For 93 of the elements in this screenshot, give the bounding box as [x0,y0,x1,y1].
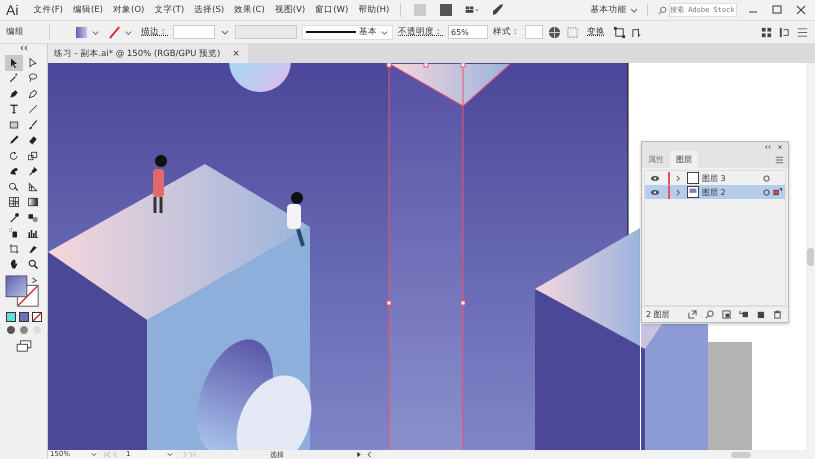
spray-can-icon[interactable] [8,227,20,240]
eraser-icon[interactable] [27,134,39,146]
pencil-icon[interactable] [8,134,20,146]
stroke-label[interactable]: 描边： [141,26,168,38]
clipping-mask-icon[interactable] [722,310,731,319]
selection-type-label: 编组 [6,26,24,38]
layer-thumbnail [687,172,699,184]
collapse-panel-icon[interactable] [764,144,772,150]
menu-item[interactable]: 编辑(E) [68,4,108,16]
distribute-icon[interactable] [778,26,791,38]
scroll-left-icon[interactable] [366,451,372,458]
artboard-icon[interactable] [8,242,20,255]
opacity-field[interactable]: 65% [448,25,488,39]
type-icon[interactable] [8,103,20,116]
scale-icon[interactable] [27,150,39,162]
style-swatch[interactable] [525,25,543,39]
workspace-switcher[interactable]: 基本功能 [590,4,648,16]
layer-count-label: 2 图层 [646,309,670,320]
layer-row[interactable]: 图层 2 [645,185,785,199]
menu-item[interactable]: 选择(S) [189,4,230,16]
standing-person-figure [153,155,167,214]
draw-normal-icon[interactable] [6,325,16,335]
layer-name[interactable]: 图层 3 [702,172,726,184]
menu-item[interactable]: 文字(T) [149,4,190,16]
search-icon[interactable] [704,310,714,319]
opacity-label[interactable]: 不透明度： [398,26,443,38]
zoom-icon[interactable] [27,258,39,270]
isolate-group-icon[interactable] [613,26,626,38]
menu-item[interactable]: 文件(F) [28,4,68,16]
close-icon[interactable] [776,144,784,150]
caret-icon[interactable] [166,450,174,458]
lasso-icon[interactable] [27,72,39,84]
collapse-icon[interactable] [18,45,28,51]
magic-wand-icon[interactable] [8,72,20,84]
bar-graph-icon[interactable] [27,227,39,240]
none-mode-icon[interactable] [32,312,42,322]
align-grid-icon[interactable] [566,26,579,38]
new-layer-icon[interactable] [756,310,765,319]
transform-link[interactable]: 变换 [587,26,605,38]
color-mode-icon[interactable] [6,312,16,322]
trash-icon[interactable] [772,310,782,319]
pushpin-icon[interactable] [27,165,39,178]
gradient-mode-icon[interactable] [18,312,28,322]
target-circle-icon[interactable] [763,174,770,182]
new-sublayer-icon[interactable] [738,310,748,319]
layer-thumbnail [687,186,699,198]
layer-name[interactable]: 图层 2 [702,186,726,198]
rocket-icon[interactable] [491,3,506,17]
arrange-icon[interactable] [760,26,773,38]
pen-nib-icon[interactable] [8,88,20,100]
target-circle-icon[interactable] [763,188,770,196]
layer-row[interactable]: 图层 3 [645,171,785,185]
hand-icon[interactable] [8,258,20,270]
panel-menu-icon[interactable] [796,26,809,38]
menu-item[interactable]: 对象(O) [108,4,150,16]
blend-icon[interactable] [27,212,39,224]
line-segment-icon[interactable] [27,103,39,116]
sitting-person-figure [287,192,305,247]
menu-item[interactable]: 效果(C) [229,4,270,16]
direct-select-arrow-icon[interactable] [27,56,39,69]
vertical-scrollbar[interactable] [806,63,815,450]
menu-item[interactable]: 窗口(W) [310,4,354,16]
paintbrush-icon[interactable] [27,118,39,131]
perspective-grid-icon[interactable] [27,180,39,193]
panel-tab[interactable]: 图层 [670,151,698,168]
eye-icon[interactable] [650,188,660,196]
screen-mode-icon[interactable] [16,340,32,352]
document-tab[interactable]: 练习 - 副本.ai* @ 150% (RGB/GPU 预览) × [48,44,248,63]
rectangle-icon[interactable] [8,118,20,131]
selection-indicator-icon [773,188,782,196]
brush-profile-dropdown[interactable]: 基本 [302,24,393,40]
warp-hand-icon[interactable] [8,165,20,178]
export-icon[interactable] [688,310,697,319]
caret-icon[interactable] [90,450,98,458]
search-icon[interactable] [658,6,667,14]
menu-item[interactable]: 视图(V) [270,4,310,16]
variable-width-field[interactable] [235,25,297,39]
globe-icon[interactable] [548,26,561,38]
panel-menu-icon[interactable] [775,156,784,164]
play-triangle-icon[interactable] [356,451,362,458]
select-arrow-icon[interactable] [8,56,20,69]
style-label: 样式： [493,26,520,38]
gradient-swatch-icon[interactable] [27,196,39,208]
mesh-grid-icon[interactable] [8,196,20,208]
eyedropper-icon[interactable] [8,212,20,224]
eye-icon[interactable] [650,174,660,182]
panel-tab[interactable]: 属性 [642,151,670,168]
shape-builder-icon[interactable] [8,180,20,193]
rotate-icon[interactable] [8,150,20,162]
curved-pen-icon[interactable] [27,88,39,100]
stroke-weight-field[interactable] [173,25,215,39]
app-logo: Ai [6,2,18,18]
menu-item[interactable]: 帮助(H) [353,4,394,16]
